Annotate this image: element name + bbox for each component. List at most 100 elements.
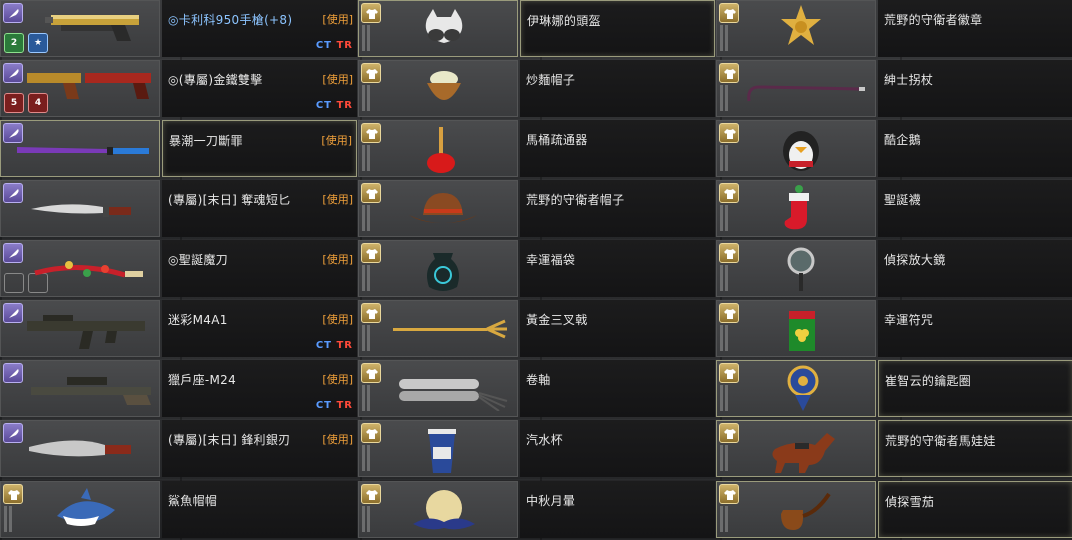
item-name: 暴潮一刀斷罪 — [169, 134, 243, 148]
katana-icon — [17, 147, 149, 155]
inventory-slot[interactable]: 卷軸 — [358, 360, 715, 417]
item-thumbnail[interactable] — [358, 300, 518, 357]
inventory-slot[interactable]: 紳士拐杖 — [716, 60, 1072, 117]
inventory-slot[interactable]: ◎聖誕魔刀 [使用] — [0, 240, 357, 297]
inventory-slot[interactable]: 伊琳娜的頭盔 — [358, 0, 715, 57]
use-button[interactable]: [使用] — [322, 251, 353, 267]
item-thumbnail[interactable] — [0, 481, 160, 538]
inventory-slot[interactable]: 偵探放大鏡 — [716, 240, 1072, 297]
use-button[interactable]: [使用] — [322, 431, 353, 447]
item-thumbnail[interactable] — [716, 120, 876, 177]
use-button[interactable]: [使用] — [322, 191, 353, 207]
inventory-slot[interactable]: 迷彩M4A1 [使用] CT TR — [0, 300, 357, 357]
inventory-slot[interactable]: 幸運福袋 — [358, 240, 715, 297]
inventory-slot[interactable]: 荒野的守衛者徽章 — [716, 0, 1072, 57]
inventory-slot[interactable]: 中秋月暈 — [358, 481, 715, 538]
shirt-badge-icon — [719, 423, 739, 443]
inventory-slot[interactable]: 鯊魚帽帽 — [0, 481, 357, 538]
inventory-slot[interactable]: 獵戶座-M24 [使用] CT TR — [0, 360, 357, 417]
item-info: 馬桶疏通器 — [520, 120, 715, 177]
item-thumbnail[interactable] — [358, 0, 518, 57]
use-button[interactable]: [使用] — [322, 11, 353, 27]
inventory-slot[interactable]: (專屬)[末日] 鋒利銀刃 [使用] — [0, 420, 357, 477]
item-info: 暴潮一刀斷罪 [使用] — [162, 120, 357, 177]
shirt-badge-icon — [719, 363, 739, 383]
item-name: 聖誕襪 — [884, 193, 921, 207]
item-thumbnail[interactable] — [358, 420, 518, 477]
inventory-slot[interactable]: 崔智云的鑰匙圈 — [716, 360, 1072, 417]
item-info: 偵探放大鏡 — [878, 240, 1072, 297]
inventory-slot[interactable]: 2 ★ ◎卡利科950手槍(+8) [使用] CT TR — [0, 0, 357, 57]
item-thumbnail[interactable] — [0, 360, 160, 417]
item-name: 黃金三叉戟 — [526, 313, 588, 327]
slot-bars-icon — [720, 325, 734, 353]
item-info: 伊琳娜的頭盔 — [520, 0, 715, 57]
penguin-icon — [783, 131, 819, 171]
inventory-slot[interactable]: 馬桶疏通器 — [358, 120, 715, 177]
slot-bars-icon — [362, 385, 376, 413]
ct-tag: CT — [315, 340, 332, 351]
item-thumbnail[interactable] — [716, 360, 876, 417]
item-info: 鯊魚帽帽 — [162, 481, 357, 538]
inventory-slot[interactable]: (專屬)[末日] 奪魂短匕 [使用] — [0, 180, 357, 237]
item-name: 伊琳娜的頭盔 — [527, 14, 601, 28]
slot-bars-icon — [362, 85, 376, 113]
slot-bars-icon — [362, 145, 376, 173]
inventory-slot[interactable]: 荒野的守衛者馬娃娃 — [716, 420, 1072, 477]
inventory-slot[interactable]: 5 4 ◎(專屬)金鐵雙擊 [使用] CT TR — [0, 60, 357, 117]
inventory-slot[interactable]: 酷企鵝 — [716, 120, 1072, 177]
christmas-stocking-icon — [784, 185, 809, 230]
inventory-slot[interactable]: 黃金三叉戟 — [358, 300, 715, 357]
slot-bars-icon — [720, 85, 734, 113]
item-name: 荒野的守衛者徽章 — [884, 13, 983, 27]
item-info: 幸運福袋 — [520, 240, 715, 297]
item-thumbnail[interactable] — [716, 240, 876, 297]
item-thumbnail[interactable] — [0, 240, 160, 297]
item-thumbnail[interactable]: 5 4 — [0, 60, 160, 117]
item-thumbnail[interactable]: 2 ★ — [0, 0, 160, 57]
inventory-slot[interactable]: 汽水杯 — [358, 420, 715, 477]
item-name: 偵探雪茄 — [885, 495, 935, 509]
inventory-slot[interactable]: 幸運符咒 — [716, 300, 1072, 357]
use-button[interactable]: [使用] — [322, 311, 353, 327]
item-thumbnail[interactable] — [716, 180, 876, 237]
knife-badge-icon — [3, 243, 23, 263]
item-thumbnail[interactable] — [716, 481, 876, 538]
inventory-slot[interactable]: 荒野的守衛者帽子 — [358, 180, 715, 237]
mod-slot-icon: 5 — [4, 93, 24, 113]
item-name: 酷企鵝 — [884, 133, 921, 147]
item-thumbnail[interactable] — [716, 0, 876, 57]
item-thumbnail[interactable] — [716, 420, 876, 477]
item-thumbnail[interactable] — [0, 420, 160, 477]
item-thumbnail[interactable] — [716, 60, 876, 117]
item-name: 汽水杯 — [526, 433, 563, 447]
shirt-badge-icon — [719, 3, 739, 23]
item-thumbnail[interactable] — [358, 60, 518, 117]
item-thumbnail[interactable] — [0, 300, 160, 357]
item-thumbnail[interactable] — [716, 300, 876, 357]
tr-tag: TR — [336, 400, 353, 411]
item-thumbnail[interactable] — [0, 180, 160, 237]
item-name: 鯊魚帽帽 — [168, 494, 218, 508]
use-button[interactable]: [使用] — [322, 71, 353, 87]
item-thumbnail[interactable] — [358, 240, 518, 297]
item-thumbnail[interactable] — [358, 481, 518, 538]
item-info: ◎(專屬)金鐵雙擊 [使用] CT TR — [162, 60, 357, 117]
item-info: ◎聖誕魔刀 [使用] — [162, 240, 357, 297]
use-button[interactable]: [使用] — [322, 371, 353, 387]
inventory-slot[interactable]: 偵探雪茄 — [716, 481, 1072, 538]
inventory-slot[interactable]: 炒麵帽子 — [358, 60, 715, 117]
shirt-badge-icon — [361, 3, 381, 23]
item-thumbnail[interactable] — [358, 120, 518, 177]
shirt-badge-icon — [719, 183, 739, 203]
item-thumbnail[interactable] — [358, 360, 518, 417]
item-thumbnail[interactable] — [0, 120, 160, 177]
use-button[interactable]: [使用] — [321, 132, 352, 148]
item-info: 幸運符咒 — [878, 300, 1072, 357]
item-info: 紳士拐杖 — [878, 60, 1072, 117]
inventory-slot[interactable]: 暴潮一刀斷罪 [使用] — [0, 120, 357, 177]
slot-bars-icon — [720, 506, 734, 534]
item-thumbnail[interactable] — [358, 180, 518, 237]
shirt-badge-icon — [361, 183, 381, 203]
inventory-slot[interactable]: 聖誕襪 — [716, 180, 1072, 237]
